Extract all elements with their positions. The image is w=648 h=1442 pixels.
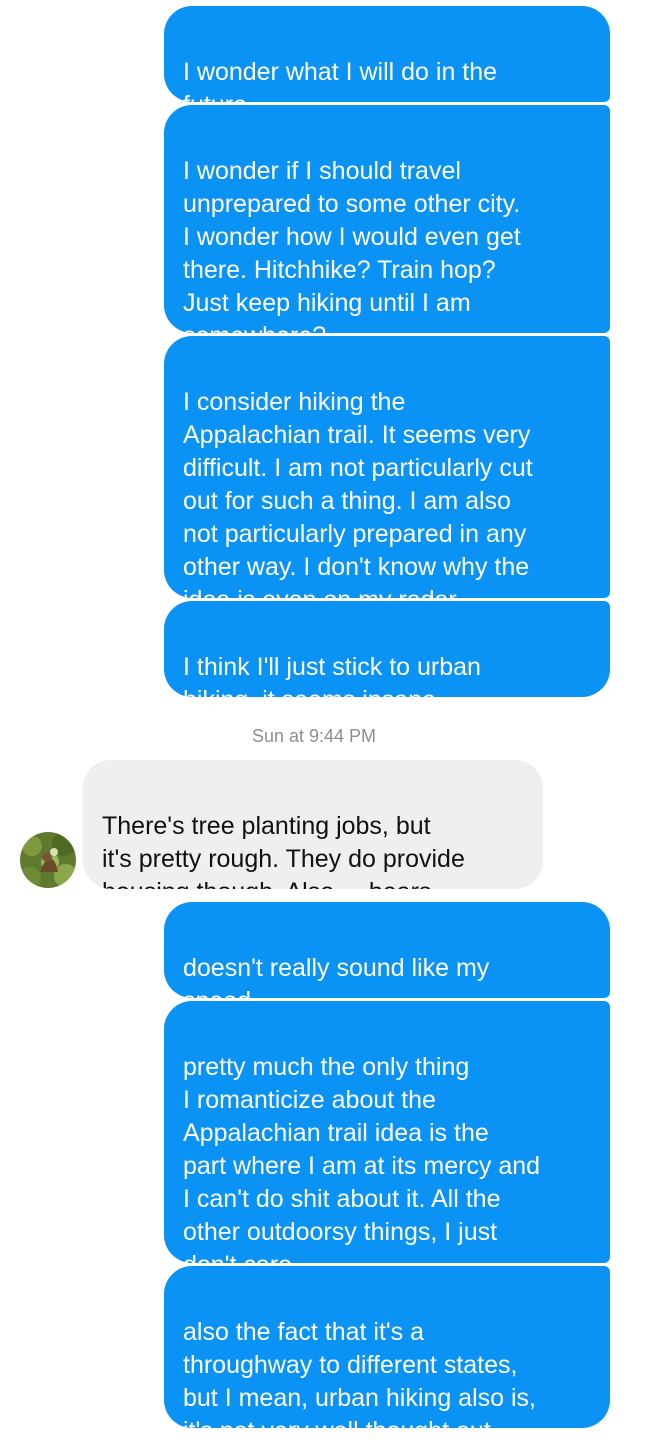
message-text: doesn't really sound like my speed [183, 954, 490, 998]
outgoing-message[interactable]: doesn't really sound like my speed [164, 902, 610, 998]
outgoing-message[interactable]: I wonder what I will do in the future. [164, 6, 610, 102]
incoming-message[interactable]: There's tree planting jobs, but it's pre… [83, 760, 543, 889]
contact-avatar[interactable] [20, 832, 76, 888]
avatar-photo-icon [20, 832, 76, 888]
message-text: I wonder if I should travel unprepared t… [183, 157, 521, 333]
message-timestamp: Sun at 9:44 PM [251, 726, 377, 746]
message-text: There's tree planting jobs, but it's pre… [102, 812, 465, 889]
message-text: I consider hiking the Appalachian trail.… [183, 388, 533, 598]
message-text: pretty much the only thing I romanticize… [183, 1053, 541, 1263]
outgoing-message[interactable]: I consider hiking the Appalachian trail.… [164, 336, 610, 598]
outgoing-message[interactable]: I think I'll just stick to urban hiking,… [164, 601, 610, 697]
message-text: also the fact that it's a throughway to … [183, 1318, 536, 1428]
outgoing-message[interactable]: pretty much the only thing I romanticize… [164, 1001, 610, 1263]
message-text: I think I'll just stick to urban hiking,… [183, 653, 481, 697]
outgoing-message[interactable]: also the fact that it's a throughway to … [164, 1266, 610, 1428]
outgoing-message[interactable]: I wonder if I should travel unprepared t… [164, 105, 610, 333]
message-text: I wonder what I will do in the future. [183, 58, 498, 102]
